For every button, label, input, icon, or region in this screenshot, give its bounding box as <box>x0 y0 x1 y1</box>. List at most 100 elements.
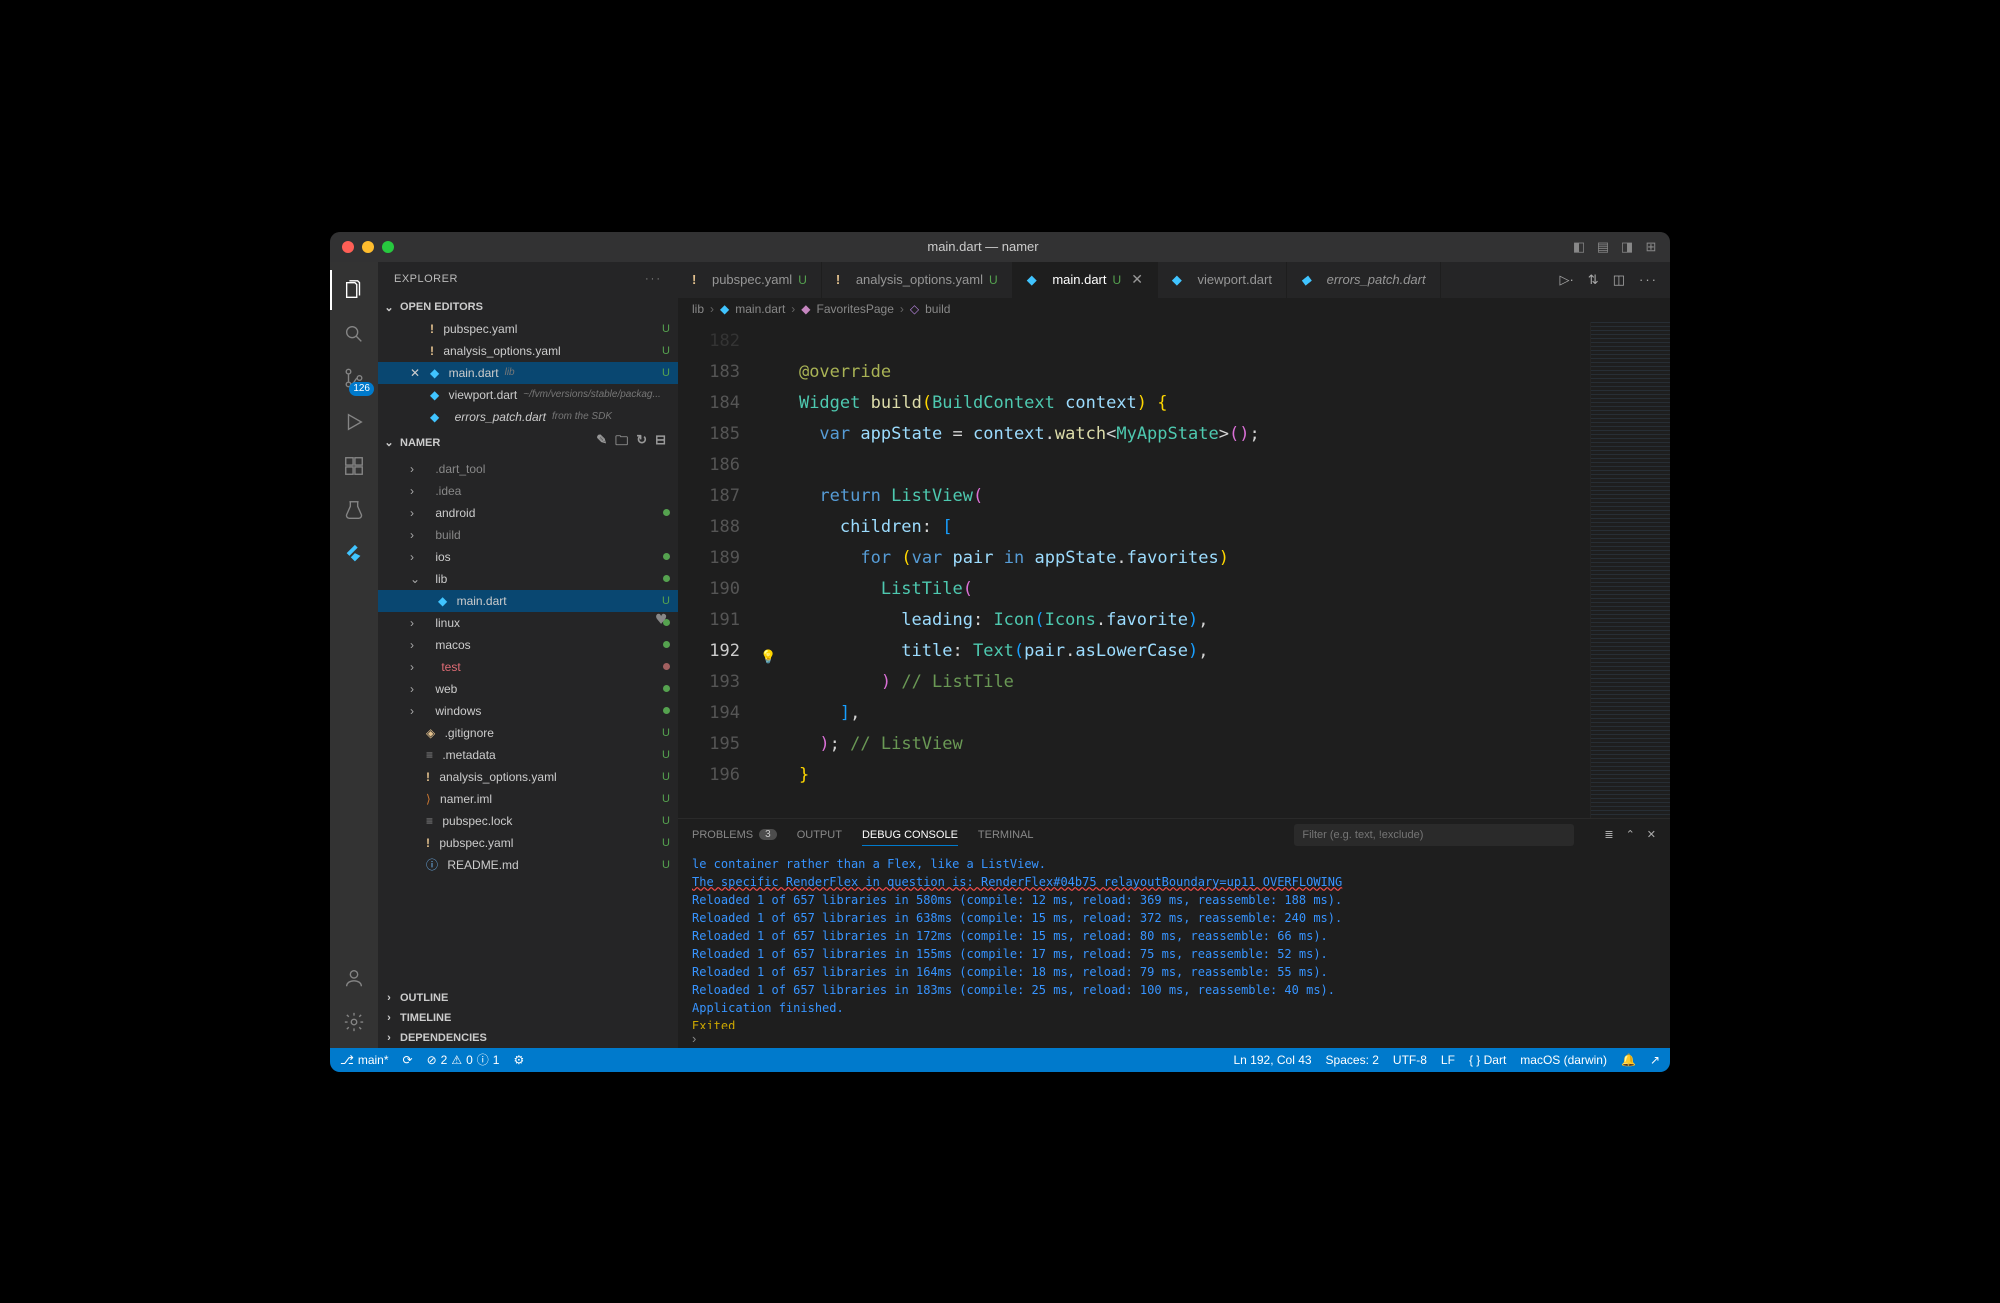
extensions-activity-icon[interactable] <box>330 446 378 486</box>
toggle-panel-icon[interactable]: ▤ <box>1596 239 1610 255</box>
bottom-panel: PROBLEMS 3 OUTPUT DEBUG CONSOLE TERMINAL… <box>678 818 1670 1048</box>
panel-close-icon[interactable]: ✕ <box>1647 828 1656 841</box>
status-encoding[interactable]: UTF-8 <box>1393 1053 1427 1067</box>
editor-area: ! pubspec.yaml U! analysis_options.yaml … <box>678 262 1670 1048</box>
explorer-item[interactable]: › ios <box>378 546 678 568</box>
explorer-item[interactable]: ! analysis_options.yamlU <box>378 766 678 788</box>
debug-console-prompt[interactable]: › <box>678 1029 1670 1048</box>
panel-tab-debug-console[interactable]: DEBUG CONSOLE <box>862 829 958 846</box>
status-devtools-icon[interactable]: ⚙ <box>513 1053 524 1067</box>
status-language[interactable]: { } Dart <box>1469 1053 1506 1067</box>
status-device[interactable]: macOS (darwin) <box>1520 1053 1607 1067</box>
dependencies-section[interactable]: ›DEPENDENCIES <box>378 1028 678 1048</box>
status-indent[interactable]: Spaces: 2 <box>1326 1053 1379 1067</box>
vscode-window: main.dart — namer ◧ ▤ ◨ ⊞ 126 <box>330 232 1670 1072</box>
line-gutter[interactable]: 182183184185186187188189190191♥192193194… <box>678 322 758 818</box>
window-title: main.dart — namer <box>394 239 1572 254</box>
explorer-sidebar: EXPLORER ··· ⌄OPEN EDITORS ! pubspec.yam… <box>378 262 678 1048</box>
explorer-item[interactable]: ◈ .gitignoreU <box>378 722 678 744</box>
explorer-item[interactable]: ≡ pubspec.lockU <box>378 810 678 832</box>
toggle-primary-sidebar-icon[interactable]: ◧ <box>1572 239 1586 255</box>
source-control-activity-icon[interactable]: 126 <box>330 358 378 398</box>
close-window-button[interactable] <box>342 241 354 253</box>
zoom-window-button[interactable] <box>382 241 394 253</box>
status-feedback-icon[interactable]: ↗ <box>1650 1053 1660 1067</box>
manage-activity-icon[interactable] <box>330 1002 378 1042</box>
panel-expand-icon[interactable]: ⌃ <box>1626 828 1635 841</box>
editor-tab[interactable]: ◆ main.dart U✕ <box>1013 262 1158 298</box>
status-branch[interactable]: ⎇main* <box>340 1053 389 1067</box>
explorer-activity-icon[interactable] <box>330 270 378 310</box>
sidebar-title: EXPLORER <box>394 273 458 285</box>
status-cursor-position[interactable]: Ln 192, Col 43 <box>1233 1053 1311 1067</box>
new-folder-icon[interactable]: 🗀 <box>615 432 628 454</box>
panel-tab-output[interactable]: OUTPUT <box>797 829 842 841</box>
toggle-secondary-sidebar-icon[interactable]: ◨ <box>1620 239 1634 255</box>
testing-activity-icon[interactable] <box>330 490 378 530</box>
minimap[interactable] <box>1590 322 1670 818</box>
flutter-activity-icon[interactable] <box>330 534 378 574</box>
split-editor-icon[interactable]: ◫ <box>1613 272 1625 288</box>
status-eol[interactable]: LF <box>1441 1053 1455 1067</box>
open-editor-item[interactable]: ! analysis_options.yamlU <box>378 340 678 362</box>
minimize-window-button[interactable] <box>362 241 374 253</box>
open-editor-item[interactable]: ✕◆ main.dart libU <box>378 362 678 384</box>
editor-tab[interactable]: ! analysis_options.yaml U <box>822 262 1013 298</box>
activity-bar: 126 <box>330 262 378 1048</box>
sidebar-header: EXPLORER ··· <box>378 262 678 297</box>
debug-console-output[interactable]: le container rather than a Flex, like a … <box>678 851 1670 1029</box>
explorer-item[interactable]: ⓘ README.mdU <box>378 854 678 876</box>
code-editor[interactable]: @override Widget build(BuildContext cont… <box>758 322 1590 818</box>
titlebar: main.dart — namer ◧ ▤ ◨ ⊞ <box>330 232 1670 262</box>
explorer-item[interactable]: ⟩ namer.imlU <box>378 788 678 810</box>
open-editor-item[interactable]: ! pubspec.yamlU <box>378 318 678 340</box>
explorer-item[interactable]: › linux <box>378 612 678 634</box>
tab-more-icon[interactable]: ··· <box>1639 272 1658 287</box>
editor-tabs: ! pubspec.yaml U! analysis_options.yaml … <box>678 262 1670 298</box>
titlebar-actions: ◧ ▤ ◨ ⊞ <box>1572 239 1658 255</box>
status-problems[interactable]: ⊘2 ⚠0 ⓘ1 <box>427 1051 500 1068</box>
explorer-item[interactable]: ! pubspec.yamlU <box>378 832 678 854</box>
explorer-item[interactable]: › web <box>378 678 678 700</box>
customize-layout-icon[interactable]: ⊞ <box>1644 239 1658 255</box>
timeline-section[interactable]: ›TIMELINE <box>378 1008 678 1028</box>
open-editor-item[interactable]: ◆ errors_patch.dart from the SDK <box>378 406 678 428</box>
panel-tab-terminal[interactable]: TERMINAL <box>978 829 1034 841</box>
traffic-lights <box>342 241 394 253</box>
explorer-item[interactable]: › .dart_tool <box>378 458 678 480</box>
explorer-item[interactable]: › .idea <box>378 480 678 502</box>
split-diff-icon[interactable]: ⇅ <box>1588 272 1599 288</box>
explorer-item[interactable]: ⌄ lib <box>378 568 678 590</box>
open-editors-section[interactable]: ⌄OPEN EDITORS <box>378 297 678 318</box>
explorer-item[interactable]: › test <box>378 656 678 678</box>
run-debug-activity-icon[interactable] <box>330 402 378 442</box>
collapse-icon[interactable]: ⊟ <box>655 432 666 454</box>
editor-tab[interactable]: ◆ errors_patch.dart <box>1287 262 1441 298</box>
explorer-item[interactable]: ≡ .metadataU <box>378 744 678 766</box>
panel-tab-problems[interactable]: PROBLEMS 3 <box>692 829 777 841</box>
project-section[interactable]: ⌄NAMER ✎ 🗀 ↻ ⊟ <box>378 428 678 458</box>
search-activity-icon[interactable] <box>330 314 378 354</box>
status-sync-icon[interactable]: ⟳ <box>403 1053 413 1067</box>
explorer-item[interactable]: ◆ main.dartU <box>378 590 678 612</box>
run-debug-icon[interactable]: ▷· <box>1559 272 1573 288</box>
refresh-icon[interactable]: ↻ <box>636 432 647 454</box>
panel-filter-input[interactable] <box>1294 824 1574 846</box>
scm-badge: 126 <box>349 382 374 396</box>
panel-list-icon[interactable]: ≣ <box>1604 828 1613 841</box>
status-bar: ⎇main* ⟳ ⊘2 ⚠0 ⓘ1 ⚙ Ln 192, Col 43 Space… <box>330 1048 1670 1072</box>
explorer-item[interactable]: › windows <box>378 700 678 722</box>
panel-tabs: PROBLEMS 3 OUTPUT DEBUG CONSOLE TERMINAL… <box>678 819 1670 851</box>
breadcrumb[interactable]: lib› ◆main.dart› ◆FavoritesPage› ◇build <box>678 298 1670 322</box>
accounts-activity-icon[interactable] <box>330 958 378 998</box>
open-editor-item[interactable]: ◆ viewport.dart ~/fvm/versions/stable/pa… <box>378 384 678 406</box>
editor-tab[interactable]: ! pubspec.yaml U <box>678 262 822 298</box>
editor-tab[interactable]: ◆ viewport.dart <box>1158 262 1287 298</box>
outline-section[interactable]: ›OUTLINE <box>378 988 678 1008</box>
sidebar-more-icon[interactable]: ··· <box>645 273 662 285</box>
explorer-item[interactable]: › macos <box>378 634 678 656</box>
status-notifications-icon[interactable]: 🔔 <box>1621 1053 1636 1067</box>
new-file-icon[interactable]: ✎ <box>596 432 607 454</box>
explorer-item[interactable]: › build <box>378 524 678 546</box>
explorer-item[interactable]: › android <box>378 502 678 524</box>
